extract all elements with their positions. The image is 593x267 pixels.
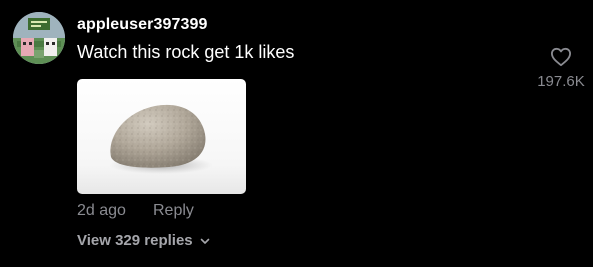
view-replies-button[interactable]: View 329 replies xyxy=(77,232,211,249)
comment-text: Watch this rock get 1k likes xyxy=(77,42,295,62)
avatar[interactable] xyxy=(13,12,65,64)
comment-item: appleuser397399 Watch this rock get 1k l… xyxy=(0,0,593,267)
chevron-down-icon xyxy=(200,238,209,244)
like-button[interactable] xyxy=(548,44,574,70)
avatar-image xyxy=(13,12,65,64)
like-area: 197.6K xyxy=(530,44,592,90)
comment-image-attachment[interactable] xyxy=(77,79,246,194)
comment-meta: 2d ago Reply xyxy=(77,202,194,220)
reply-button[interactable]: Reply xyxy=(153,202,194,220)
rock-image xyxy=(77,79,246,194)
comment-username[interactable]: appleuser397399 xyxy=(77,16,207,34)
heart-outline-icon xyxy=(551,47,571,67)
like-count: 197.6K xyxy=(537,73,585,90)
comment-timestamp: 2d ago xyxy=(77,202,126,219)
view-replies-label: View 329 replies xyxy=(77,232,193,249)
